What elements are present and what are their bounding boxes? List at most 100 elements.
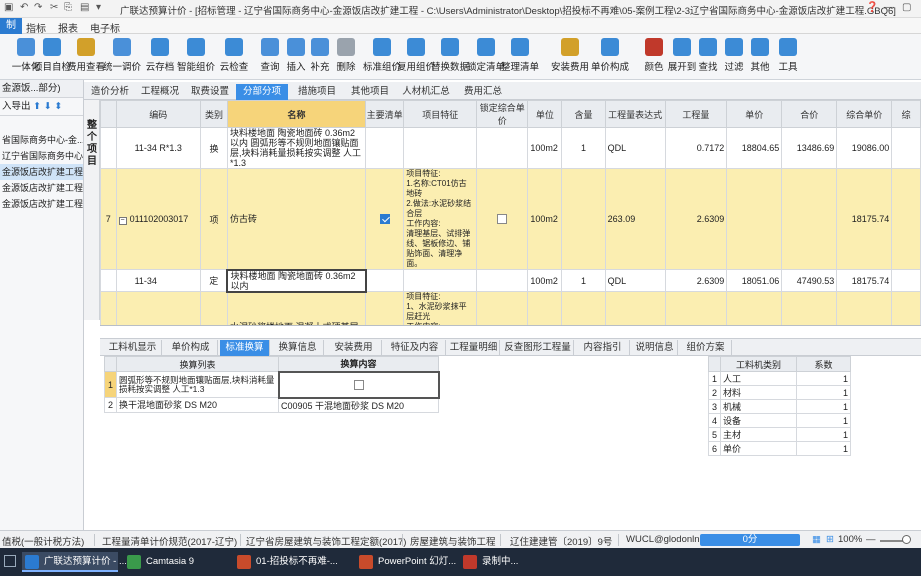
coef-val-cell[interactable]: 1 [796, 385, 851, 400]
menu-item-report[interactable]: 报表 [58, 20, 78, 35]
type-cell[interactable]: 项 [199, 168, 228, 270]
menu-item-index[interactable]: 指标 [26, 20, 46, 35]
taskbar-app-2[interactable]: 01-招投标不再难-... [234, 552, 350, 572]
coefficient-row[interactable]: 6 单价 1 [708, 441, 851, 456]
ribbon-button-cloud-check[interactable]: 云检查 [214, 36, 254, 78]
menu-item-etender[interactable]: 电子标 [90, 20, 120, 35]
minimize-icon[interactable]: — [884, 2, 894, 13]
lock-price-checkbox-cell[interactable] [476, 291, 529, 325]
copy-icon[interactable]: ⎘ [64, 2, 72, 13]
type-cell[interactable]: 定 [199, 269, 228, 292]
ribbon-button-fee-view[interactable]: 费用查看 [66, 36, 106, 78]
price-cell[interactable] [726, 168, 783, 270]
tab-1[interactable]: 工程概况 [136, 84, 184, 100]
qty-cell[interactable]: 2.6309 [664, 168, 728, 270]
grid-header[interactable]: 综 [891, 100, 921, 128]
ribbon-button-organize-list[interactable]: 整理清单 [500, 36, 540, 78]
price-cell[interactable]: 18804.65 [726, 127, 783, 169]
pin-icon[interactable]: ⬍ [54, 101, 62, 112]
detail-tab-0[interactable]: 工料机显示 [104, 340, 162, 356]
maximize-icon[interactable]: ▢ [902, 2, 911, 13]
conversion-content-cell[interactable]: C00905 干混地面砂浆 DS M20 [278, 397, 439, 413]
undo-icon[interactable]: ↶ [20, 2, 28, 13]
unit-cell[interactable]: 100m2 [527, 291, 563, 325]
cut-icon[interactable]: ✂ [50, 2, 58, 13]
tab-5[interactable]: 其他项目 [346, 84, 394, 100]
unit-cell[interactable]: 100m2 [527, 269, 563, 292]
conversion-checkbox[interactable] [353, 379, 364, 390]
main-list-checkbox-cell[interactable] [365, 127, 405, 169]
quota-row[interactable]: 11-34 R*1.3 换块料楼地面 陶瓷地面砖 0.36m2以内 圆弧形等不规则… [100, 127, 921, 169]
main-list-checkbox[interactable] [379, 214, 390, 225]
move-down-icon[interactable]: ⬇ [44, 101, 52, 112]
feature-cell[interactable]: 项目特征: 1.名称:CT01仿古地砖 2.做法:水泥砂浆结合层 工作内容: 清… [403, 168, 478, 270]
qty-cell[interactable]: 2.6309 [664, 269, 728, 292]
tab-2[interactable]: 取费设置 [186, 84, 234, 100]
feature-cell[interactable] [403, 269, 478, 292]
overflow-cell[interactable] [891, 269, 921, 292]
name-cell[interactable]: 块料楼地面 陶瓷地面砖 0.36m2以内 圆弧形等不规则地面镶贴面层,块料消耗量… [226, 127, 367, 169]
detail-tab-7[interactable]: 反查图形工程量 [502, 340, 574, 356]
taskbar-app-0[interactable]: 广联达预算计价 - ... [22, 552, 127, 572]
feature-cell[interactable] [403, 127, 478, 169]
detail-tab-10[interactable]: 组价方案 [680, 340, 732, 356]
no-cell[interactable]: 8 [100, 291, 117, 325]
ribbon-button-delete[interactable]: 删除 [326, 36, 366, 78]
code-cell[interactable]: −011101001018 [115, 291, 201, 325]
import-export-button[interactable]: 入导出 ⬆ ⬇ ⬍ [0, 98, 83, 116]
no-cell[interactable]: 7 [100, 168, 117, 270]
grid-header[interactable]: 合价 [781, 100, 838, 128]
taskbar-app-4[interactable]: 录制中... [460, 552, 530, 572]
comp-cell[interactable]: 19086.00 [836, 127, 893, 169]
ribbon-button-price-adjust[interactable]: 统一调价 [102, 36, 142, 78]
overflow-cell[interactable] [891, 291, 921, 325]
detail-tab-9[interactable]: 说明信息 [632, 340, 678, 356]
tree-item[interactable]: 辽宁省国际商务中心... [0, 148, 83, 164]
no-cell[interactable] [100, 127, 117, 169]
conversion-checkbox-cell[interactable] [277, 370, 440, 399]
ribbon-button-cloud-save[interactable]: 云存档 [140, 36, 180, 78]
unit-cell[interactable]: 100m2 [527, 127, 563, 169]
conversion-row[interactable]: 1 圆弧形等不规则地面镶贴面层,块料消耗量损耗按实调整 人工*1.3 [104, 370, 440, 399]
tab-3[interactable]: 分部分项 [236, 84, 288, 100]
bill-item-row[interactable]: 7−011102003017 项仿古砖 项目特征: 1.名称:CT01仿古地砖 2.… [100, 168, 921, 270]
code-cell[interactable]: 11-34 [115, 269, 201, 292]
tree-item[interactable]: 金源饭店改扩建工程... [0, 180, 83, 196]
tree-item[interactable] [0, 116, 83, 132]
tree-item[interactable]: 省国际商务中心-金... [0, 132, 83, 148]
type-cell[interactable]: 项 [199, 291, 228, 325]
type-cell[interactable]: 换 [199, 127, 228, 169]
detail-tab-8[interactable]: 内容指引 [576, 340, 630, 356]
feature-cell[interactable]: 项目特征: 1、水泥砂浆抹平层赶光 工作内容: 1.清理基层、调运砂浆、抹平、压… [403, 291, 478, 325]
taskbar-app-3[interactable]: PowerPoint 幻灯... [356, 552, 456, 572]
main-list-checkbox-cell[interactable] [365, 168, 405, 270]
detail-tab-5[interactable]: 特征及内容 [384, 340, 446, 356]
main-list-checkbox-cell[interactable] [365, 291, 405, 325]
whole-project-strip[interactable]: 整个项目 [84, 100, 100, 320]
lock-price-checkbox-cell[interactable] [476, 269, 529, 292]
dropdown-icon[interactable]: ▾ [96, 2, 101, 13]
detail-tab-2[interactable]: 标准换算 [220, 340, 270, 356]
zoom-slider-handle[interactable] [902, 535, 911, 544]
ribbon-button-smart-pricing[interactable]: 智能组价 [176, 36, 216, 78]
detail-tab-3[interactable]: 换算信息 [272, 340, 324, 356]
coefficient-row[interactable]: 1 人工 1 [708, 371, 851, 386]
detail-tab-1[interactable]: 单价构成 [164, 340, 218, 356]
menu-item-edit[interactable]: 制 [0, 18, 22, 34]
qty-cell[interactable]: 0.3988 [664, 291, 728, 325]
expr-cell[interactable]: QDL [604, 127, 666, 169]
tab-4[interactable]: 措施项目 [292, 84, 342, 100]
zoom-out-icon[interactable]: — [866, 534, 876, 545]
no-cell[interactable] [100, 269, 117, 292]
tree-item[interactable]: 金源饭店改扩建工程... [0, 164, 83, 180]
coef-val-cell[interactable]: 1 [796, 413, 851, 428]
content-cell[interactable] [561, 168, 606, 270]
detail-tab-4[interactable]: 安装费用 [326, 340, 382, 356]
save-icon[interactable]: ▣ [4, 2, 13, 13]
grid-header[interactable]: 项目特征 [403, 100, 478, 128]
code-cell[interactable]: 11-34 R*1.3 [115, 127, 201, 169]
coefficient-row[interactable]: 3 机械 1 [708, 399, 851, 414]
coefficient-row[interactable]: 4 设备 1 [708, 413, 851, 428]
bill-item-row[interactable]: 8−011101001018项水泥砂浆楼地面 混凝土或硬基层上 20mm 项目特征… [100, 291, 921, 325]
layout-icon[interactable]: ▦ [812, 534, 821, 545]
